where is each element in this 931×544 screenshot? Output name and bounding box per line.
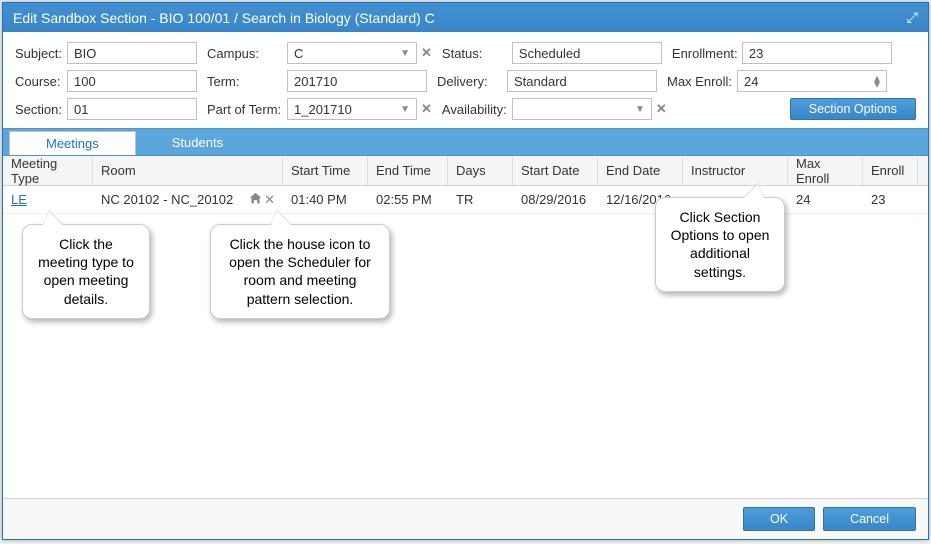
campus-label: Campus:: [207, 46, 287, 61]
room-value: NC 20102 - NC_20102: [101, 192, 233, 207]
col-max-enroll[interactable]: Max Enroll: [788, 156, 863, 185]
course-label: Course:: [15, 74, 67, 89]
callout-meeting-type: Click the meeting type to open meeting d…: [22, 224, 150, 319]
col-days[interactable]: Days: [448, 156, 513, 185]
section-label: Section:: [15, 102, 67, 117]
dialog-title: Edit Sandbox Section - BIO 100/01 / Sear…: [13, 10, 435, 26]
end-time-cell: 02:55 PM: [368, 192, 448, 207]
chevron-down-icon: ▼: [400, 104, 410, 115]
part-of-term-clear-icon[interactable]: ✕: [421, 101, 432, 117]
tabbar: Meetings Students: [3, 128, 928, 156]
grid-header: Meeting Type Room Start Time End Time Da…: [3, 156, 928, 186]
term-input[interactable]: 201710: [287, 70, 427, 92]
delivery-label: Delivery:: [437, 74, 507, 89]
callout-section-options: Click Section Options to open additional…: [655, 197, 785, 292]
chevron-down-icon: ▼: [400, 48, 410, 59]
part-of-term-select[interactable]: 1_201710 ▼: [287, 98, 417, 120]
start-time-cell: 01:40 PM: [283, 192, 368, 207]
max-enroll-cell: 24: [788, 192, 863, 207]
availability-label: Availability:: [442, 102, 512, 117]
subject-input[interactable]: BIO: [67, 42, 197, 64]
meeting-type-link[interactable]: LE: [11, 192, 27, 207]
callout-house-icon: Click the house icon to open the Schedul…: [210, 224, 390, 319]
enroll-cell: 23: [863, 192, 918, 207]
room-clear-icon[interactable]: ✕: [264, 192, 275, 208]
term-label: Term:: [207, 74, 287, 89]
spinner-icon[interactable]: ▴▾: [874, 75, 880, 87]
tab-meetings[interactable]: Meetings: [9, 131, 136, 155]
col-end-date[interactable]: End Date: [598, 156, 683, 185]
cancel-button[interactable]: Cancel: [823, 507, 916, 531]
house-icon[interactable]: [249, 192, 262, 208]
days-cell: TR: [448, 192, 513, 207]
col-start-time[interactable]: Start Time: [283, 156, 368, 185]
tab-students[interactable]: Students: [136, 129, 259, 155]
campus-select[interactable]: C ▼: [287, 42, 417, 64]
col-end-time[interactable]: End Time: [368, 156, 448, 185]
subject-label: Subject:: [15, 46, 67, 61]
status-input[interactable]: Scheduled: [512, 42, 662, 64]
col-room[interactable]: Room: [93, 156, 283, 185]
status-label: Status:: [442, 46, 512, 61]
availability-select[interactable]: ▼: [512, 98, 652, 120]
campus-clear-icon[interactable]: ✕: [421, 45, 432, 61]
enrollment-input[interactable]: 23: [742, 42, 892, 64]
col-instructor[interactable]: Instructor: [683, 156, 788, 185]
delivery-input[interactable]: Standard: [507, 70, 657, 92]
form-area: Subject: BIO Campus: C ▼ ✕ Status: Sched…: [3, 32, 928, 128]
dialog-footer: OK Cancel: [3, 498, 928, 539]
max-enroll-input[interactable]: 24 ▴▾: [737, 70, 887, 92]
section-input[interactable]: 01: [67, 98, 197, 120]
col-meeting-type[interactable]: Meeting Type: [3, 156, 93, 185]
expand-icon[interactable]: ⤢: [907, 9, 918, 26]
ok-button[interactable]: OK: [743, 507, 815, 531]
enrollment-label: Enrollment:: [672, 46, 742, 61]
table-row[interactable]: LE NC 20102 - NC_20102 ✕ 01:40 PM 02:55 …: [3, 186, 928, 214]
part-of-term-label: Part of Term:: [207, 102, 287, 117]
section-options-button[interactable]: Section Options: [790, 98, 916, 120]
start-date-cell: 08/29/2016: [513, 192, 598, 207]
max-enroll-label: Max Enroll:: [667, 74, 737, 89]
course-input[interactable]: 100: [67, 70, 197, 92]
col-start-date[interactable]: Start Date: [513, 156, 598, 185]
availability-clear-icon[interactable]: ✕: [656, 101, 667, 117]
chevron-down-icon: ▼: [635, 104, 645, 115]
col-enroll[interactable]: Enroll: [863, 156, 918, 185]
titlebar: Edit Sandbox Section - BIO 100/01 / Sear…: [3, 3, 928, 32]
